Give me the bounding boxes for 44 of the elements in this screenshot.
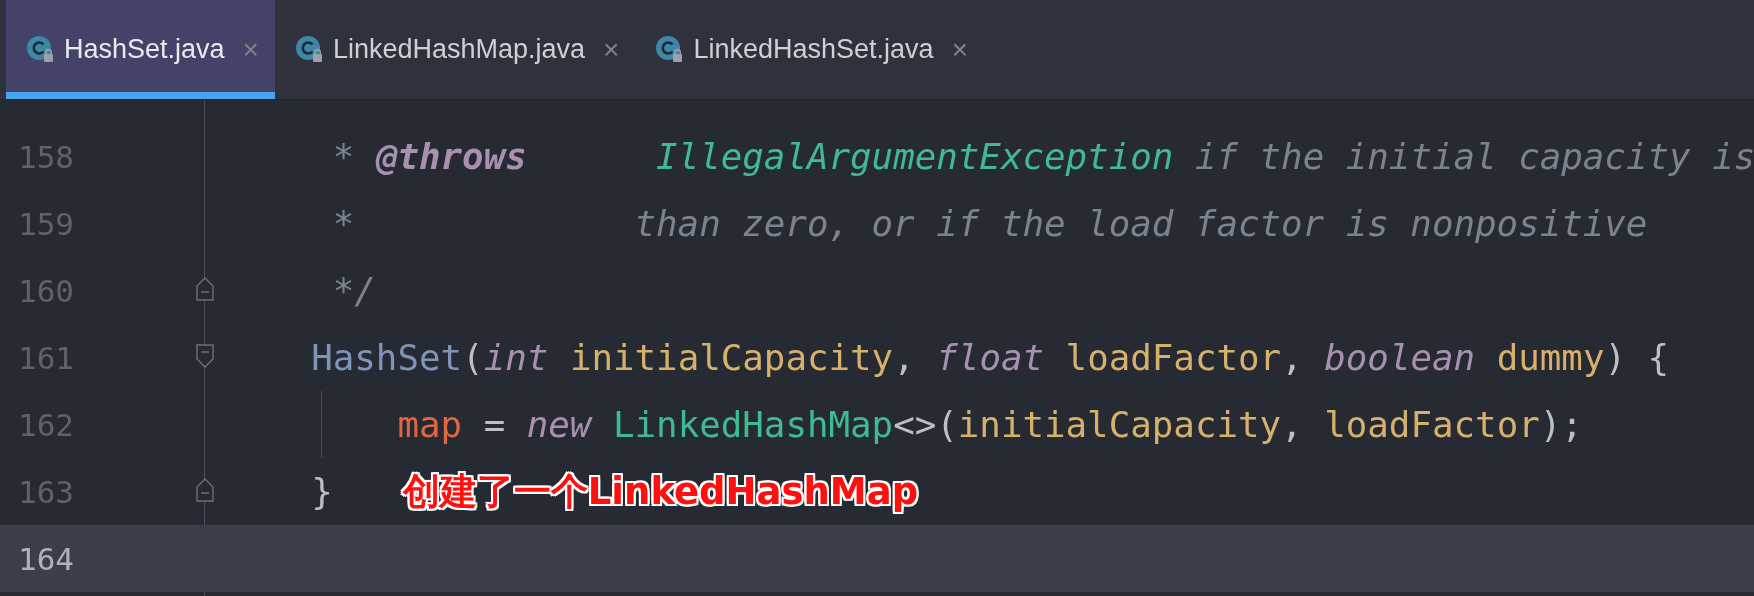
fold-marker-icon[interactable]	[196, 478, 214, 502]
line-number: 163	[18, 473, 74, 510]
punctuation: ,	[1281, 337, 1303, 378]
line-number: 161	[18, 339, 74, 376]
line-number: 158	[18, 138, 74, 175]
comment-text: */	[332, 270, 376, 311]
keyword: boolean	[1324, 337, 1476, 378]
punctuation: <>(	[893, 404, 958, 445]
line-number: 162	[18, 406, 74, 443]
editor-tab[interactable]: LinkedHashMap.java ×	[274, 0, 636, 99]
fold-marker-icon[interactable]	[196, 277, 214, 301]
keyword: new	[526, 404, 592, 445]
comment-text: *	[332, 136, 355, 177]
class-name: LinkedHashMap	[613, 404, 894, 445]
class-icon	[26, 34, 56, 65]
keyword: int	[483, 337, 549, 378]
parameter-name: dummy	[1496, 337, 1605, 378]
punctuation: );	[1539, 404, 1583, 445]
comment-text: if the initial capacity is	[1194, 136, 1754, 177]
comment-text: than zero, or if the load factor is nonpositive	[634, 203, 1648, 244]
field-name: map	[397, 404, 463, 445]
punctuation: }	[311, 471, 333, 512]
editor-tab[interactable]: HashSet.java ×	[6, 0, 275, 99]
annotation-text: 创建了一个LinkedHashMap	[402, 468, 919, 515]
punctuation: ) {	[1604, 337, 1670, 378]
line-number: 160	[18, 272, 74, 309]
punctuation: ,	[893, 337, 915, 378]
editor-tab[interactable]: LinkedHashSet.java ×	[635, 0, 984, 99]
class-icon	[294, 34, 325, 65]
parameter-name: loadFactor	[1065, 337, 1282, 378]
constructor-name: HashSet	[311, 337, 463, 378]
keyword: float	[936, 337, 1045, 378]
punctuation: =	[483, 404, 506, 445]
javadoc-tag: @throws	[375, 136, 527, 177]
comment-text: *	[332, 203, 355, 244]
parameter-name: loadFactor	[1324, 404, 1540, 445]
parameter-name: initialCapacity	[957, 404, 1282, 445]
line-number: 164	[18, 540, 74, 577]
class-reference: IllegalArgumentException	[656, 136, 1174, 177]
punctuation: (	[462, 337, 484, 378]
parameter-name: initialCapacity	[569, 337, 894, 378]
line-number: 159	[18, 205, 74, 242]
fold-marker-icon[interactable]	[196, 344, 214, 368]
punctuation: ,	[1281, 404, 1303, 445]
